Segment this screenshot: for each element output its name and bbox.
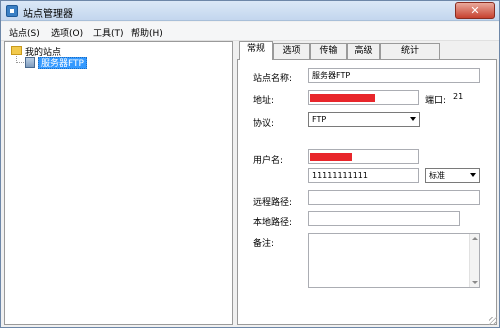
scroll-up-icon[interactable] — [472, 237, 478, 240]
folder-icon — [11, 46, 22, 55]
port-label: 端口: — [425, 96, 447, 106]
close-icon: ✕ — [470, 4, 480, 17]
port-field[interactable]: 21 — [450, 90, 480, 105]
menu-help[interactable]: 帮助(H) — [131, 26, 163, 39]
close-button[interactable]: ✕ — [455, 2, 495, 19]
local-path-field[interactable] — [308, 211, 460, 226]
tab-panel-general: 站点名称: 服务器FTP 地址: 端口: 21 协议: FTP 用户名: 111… — [237, 59, 497, 325]
protocol-select[interactable]: FTP — [308, 112, 420, 127]
site-manager-window: 站点管理器 ✕ 站点(S) 选项(O) 工具(T) 帮助(H) 我的站点 服务器… — [0, 0, 500, 328]
menu-options[interactable]: 选项(O) — [51, 26, 83, 39]
notes-scrollbar[interactable] — [469, 234, 479, 287]
username-label: 用户名: — [253, 156, 284, 166]
redacted-username — [310, 153, 352, 161]
protocol-value: FTP — [312, 115, 327, 124]
menu-bar: 站点(S) 选项(O) 工具(T) 帮助(H) — [1, 22, 499, 41]
notes-label: 备注: — [253, 239, 275, 249]
redacted-address — [310, 94, 375, 102]
protocol-label: 协议: — [253, 119, 275, 129]
username-field[interactable] — [308, 149, 419, 164]
site-details: 常规 选项 传输 高级 统计 站点名称: 服务器FTP 地址: 端口: 21 协… — [237, 41, 497, 325]
notes-textarea[interactable] — [308, 233, 480, 288]
app-icon — [6, 5, 18, 17]
resize-grip[interactable] — [489, 317, 497, 325]
menu-site[interactable]: 站点(S) — [9, 26, 40, 39]
site-tree[interactable]: 我的站点 服务器FTP — [4, 41, 233, 325]
tree-item-label: 服务器FTP — [38, 57, 87, 69]
scroll-down-icon[interactable] — [472, 281, 478, 284]
tab-options[interactable]: 选项 — [273, 43, 310, 59]
tab-advanced[interactable]: 高级 — [347, 43, 380, 59]
address-field[interactable] — [308, 90, 419, 105]
chevron-down-icon — [410, 117, 416, 121]
site-name-label: 站点名称: — [253, 74, 293, 84]
tab-general[interactable]: 常规 — [239, 41, 273, 60]
login-type-select[interactable]: 标准 — [425, 168, 480, 183]
remote-path-field[interactable] — [308, 190, 480, 205]
title-bar: 站点管理器 ✕ — [1, 1, 499, 21]
server-icon — [25, 57, 35, 68]
login-type-value: 标准 — [429, 171, 445, 180]
password-field[interactable]: 11111111111 — [308, 168, 419, 183]
remote-path-label: 远程路径: — [253, 198, 293, 208]
address-label: 地址: — [253, 96, 275, 106]
tab-transfer[interactable]: 传输 — [310, 43, 347, 59]
menu-tools[interactable]: 工具(T) — [93, 26, 124, 39]
window-title: 站点管理器 — [23, 9, 73, 20]
chevron-down-icon — [470, 173, 476, 177]
site-name-field[interactable]: 服务器FTP — [308, 68, 480, 83]
local-path-label: 本地路径: — [253, 218, 293, 228]
tab-statistics[interactable]: 统计 — [380, 43, 440, 59]
tree-connector — [16, 62, 24, 63]
